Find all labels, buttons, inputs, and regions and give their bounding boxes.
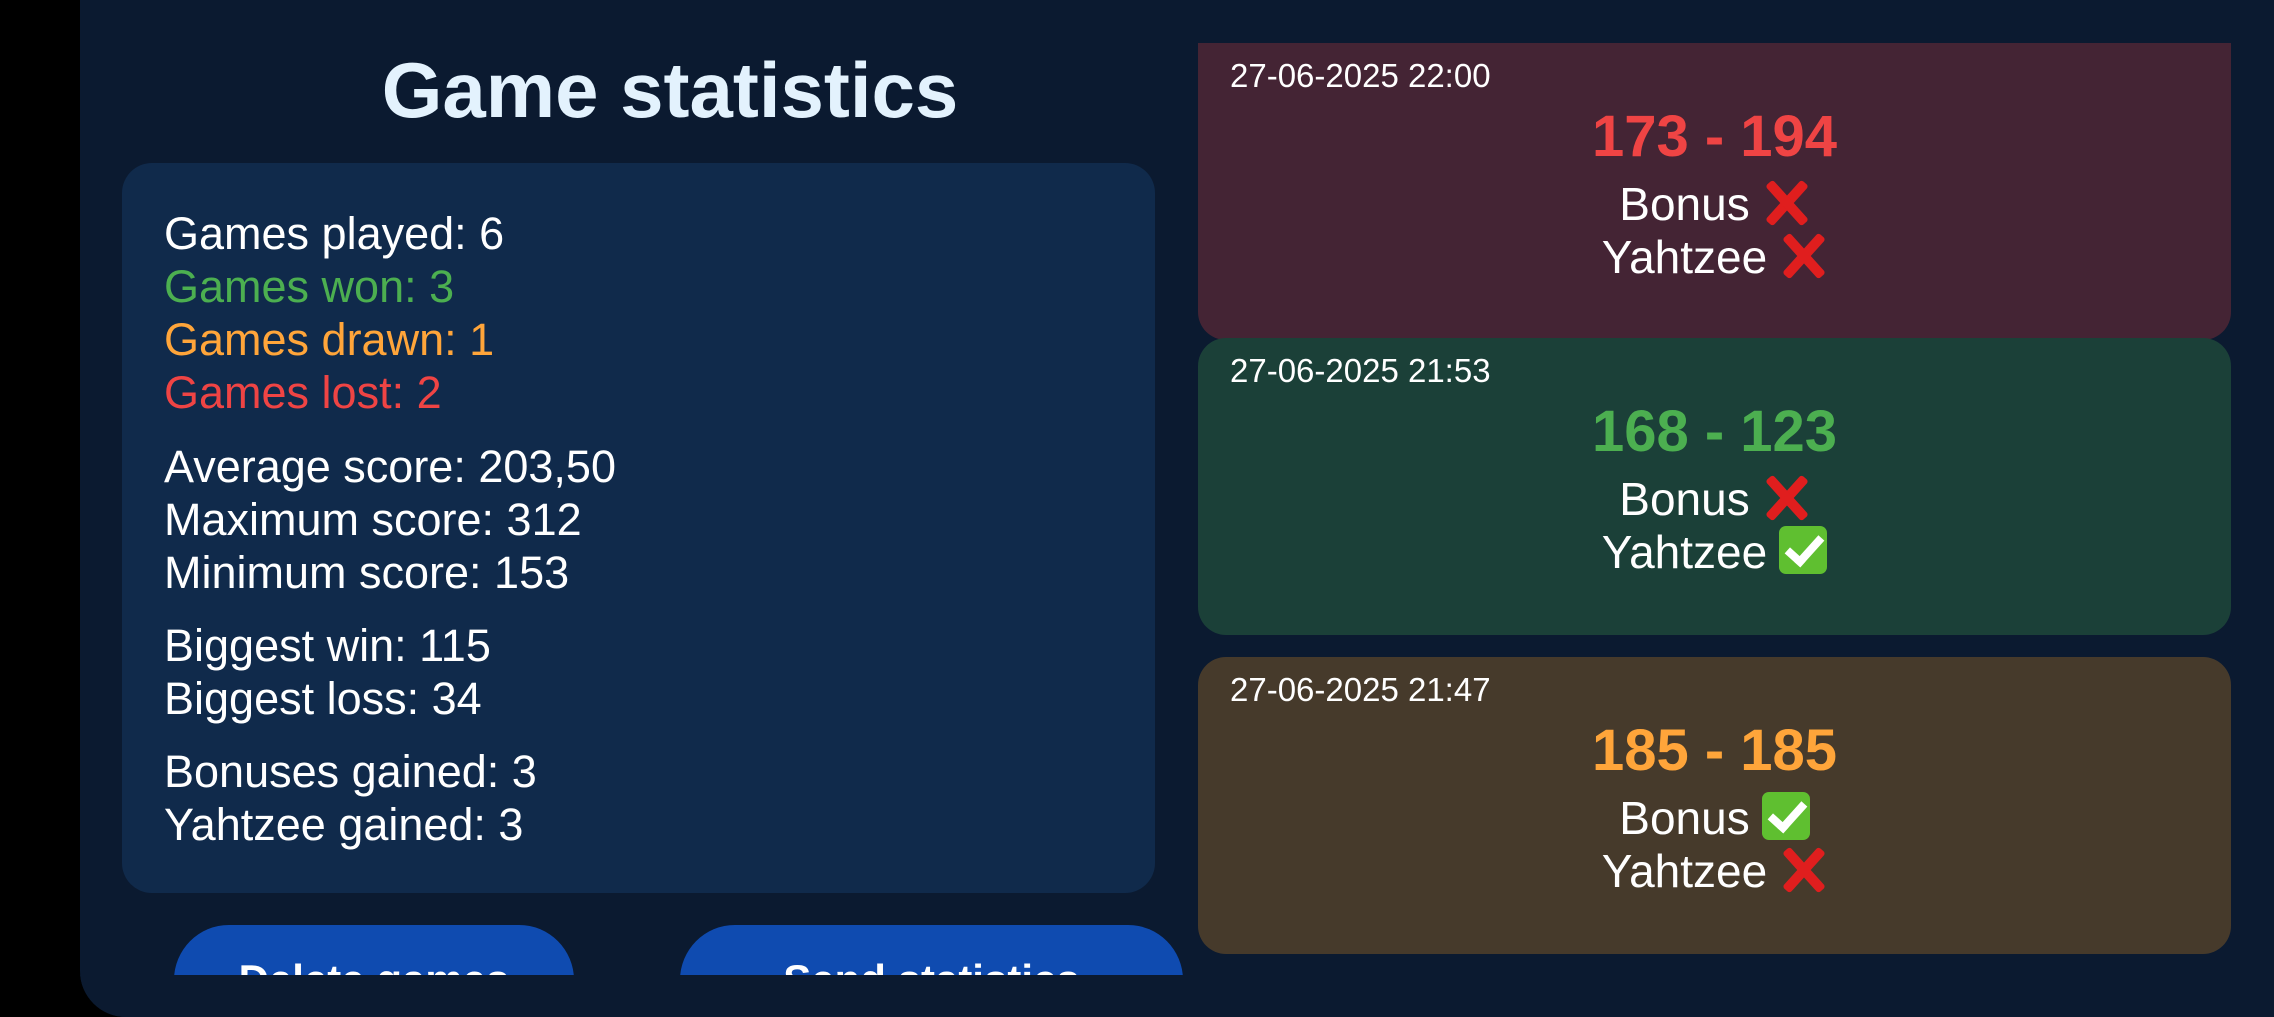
statistics-panel: Games played: 6 Games won: 3 Games drawn… bbox=[122, 163, 1155, 893]
games-drawn-stat: Games drawn: 1 bbox=[164, 314, 495, 365]
cross-mark-icon bbox=[1779, 231, 1827, 279]
game-date: 27-06-2025 21:47 bbox=[1230, 671, 1491, 708]
bonuses-gained-stat: Bonuses gained: 3 bbox=[164, 746, 537, 797]
game-history-list[interactable]: 27-06-2025 22:00 173 - 194 Bonus Yahtzee… bbox=[1198, 43, 2274, 1017]
game-score: 185 - 185 bbox=[1591, 718, 1838, 783]
extras-group: Bonuses gained: 3 Yahtzee gained: 3 bbox=[164, 745, 537, 851]
game-date: 27-06-2025 21:53 bbox=[1230, 352, 1491, 389]
maximum-score-stat: Maximum score: 312 bbox=[164, 494, 582, 545]
game-date: 27-06-2025 22:00 bbox=[1230, 57, 1491, 94]
cross-mark-icon bbox=[1779, 845, 1827, 893]
cross-mark-icon bbox=[1762, 178, 1810, 226]
game-card[interactable]: 27-06-2025 21:53 168 - 123 Bonus Yahtzee bbox=[1198, 338, 2231, 635]
yahtzee-row: Yahtzee bbox=[1198, 845, 2231, 898]
average-score-stat: Average score: 203,50 bbox=[164, 441, 616, 492]
bonus-label: Bonus bbox=[1619, 473, 1750, 525]
biggest-loss-stat: Biggest loss: 34 bbox=[164, 673, 482, 724]
games-played-stat: Games played: 6 bbox=[164, 208, 505, 259]
game-card[interactable]: 27-06-2025 21:47 185 - 185 Bonus Yahtzee bbox=[1198, 657, 2231, 954]
yahtzee-label: Yahtzee bbox=[1601, 526, 1768, 578]
check-mark-icon bbox=[1779, 526, 1828, 574]
app-window: Game statistics Games played: 6 Games wo… bbox=[80, 0, 2274, 1017]
cross-mark-icon bbox=[1762, 473, 1810, 521]
bonus-row: Bonus bbox=[1198, 473, 2231, 526]
bonus-row: Bonus bbox=[1198, 792, 2231, 845]
score-group: Average score: 203,50 Maximum score: 312… bbox=[164, 440, 616, 599]
game-score: 173 - 194 bbox=[1591, 104, 1838, 169]
bonus-row: Bonus bbox=[1198, 178, 2231, 231]
yahtzee-label: Yahtzee bbox=[1601, 845, 1768, 897]
yahtzee-row: Yahtzee bbox=[1198, 231, 2231, 284]
bonus-label: Bonus bbox=[1619, 178, 1750, 230]
scroll-fade bbox=[80, 975, 1230, 1017]
page-title: Game statistics bbox=[381, 46, 959, 134]
margin-group: Biggest win: 115 Biggest loss: 34 bbox=[164, 619, 491, 725]
biggest-win-stat: Biggest win: 115 bbox=[164, 620, 491, 671]
games-lost-stat: Games lost: 2 bbox=[164, 367, 442, 418]
yahtzee-gained-stat: Yahtzee gained: 3 bbox=[164, 799, 524, 850]
minimum-score-stat: Minimum score: 153 bbox=[164, 547, 570, 598]
results-group: Games played: 6 Games won: 3 Games drawn… bbox=[164, 207, 504, 419]
game-card[interactable]: 27-06-2025 22:00 173 - 194 Bonus Yahtzee bbox=[1198, 43, 2231, 340]
games-won-stat: Games won: 3 bbox=[164, 261, 455, 312]
check-mark-icon bbox=[1761, 792, 1810, 840]
yahtzee-label: Yahtzee bbox=[1601, 231, 1768, 283]
bonus-label: Bonus bbox=[1619, 792, 1750, 844]
game-score: 168 - 123 bbox=[1591, 399, 1838, 464]
yahtzee-row: Yahtzee bbox=[1198, 526, 2231, 579]
